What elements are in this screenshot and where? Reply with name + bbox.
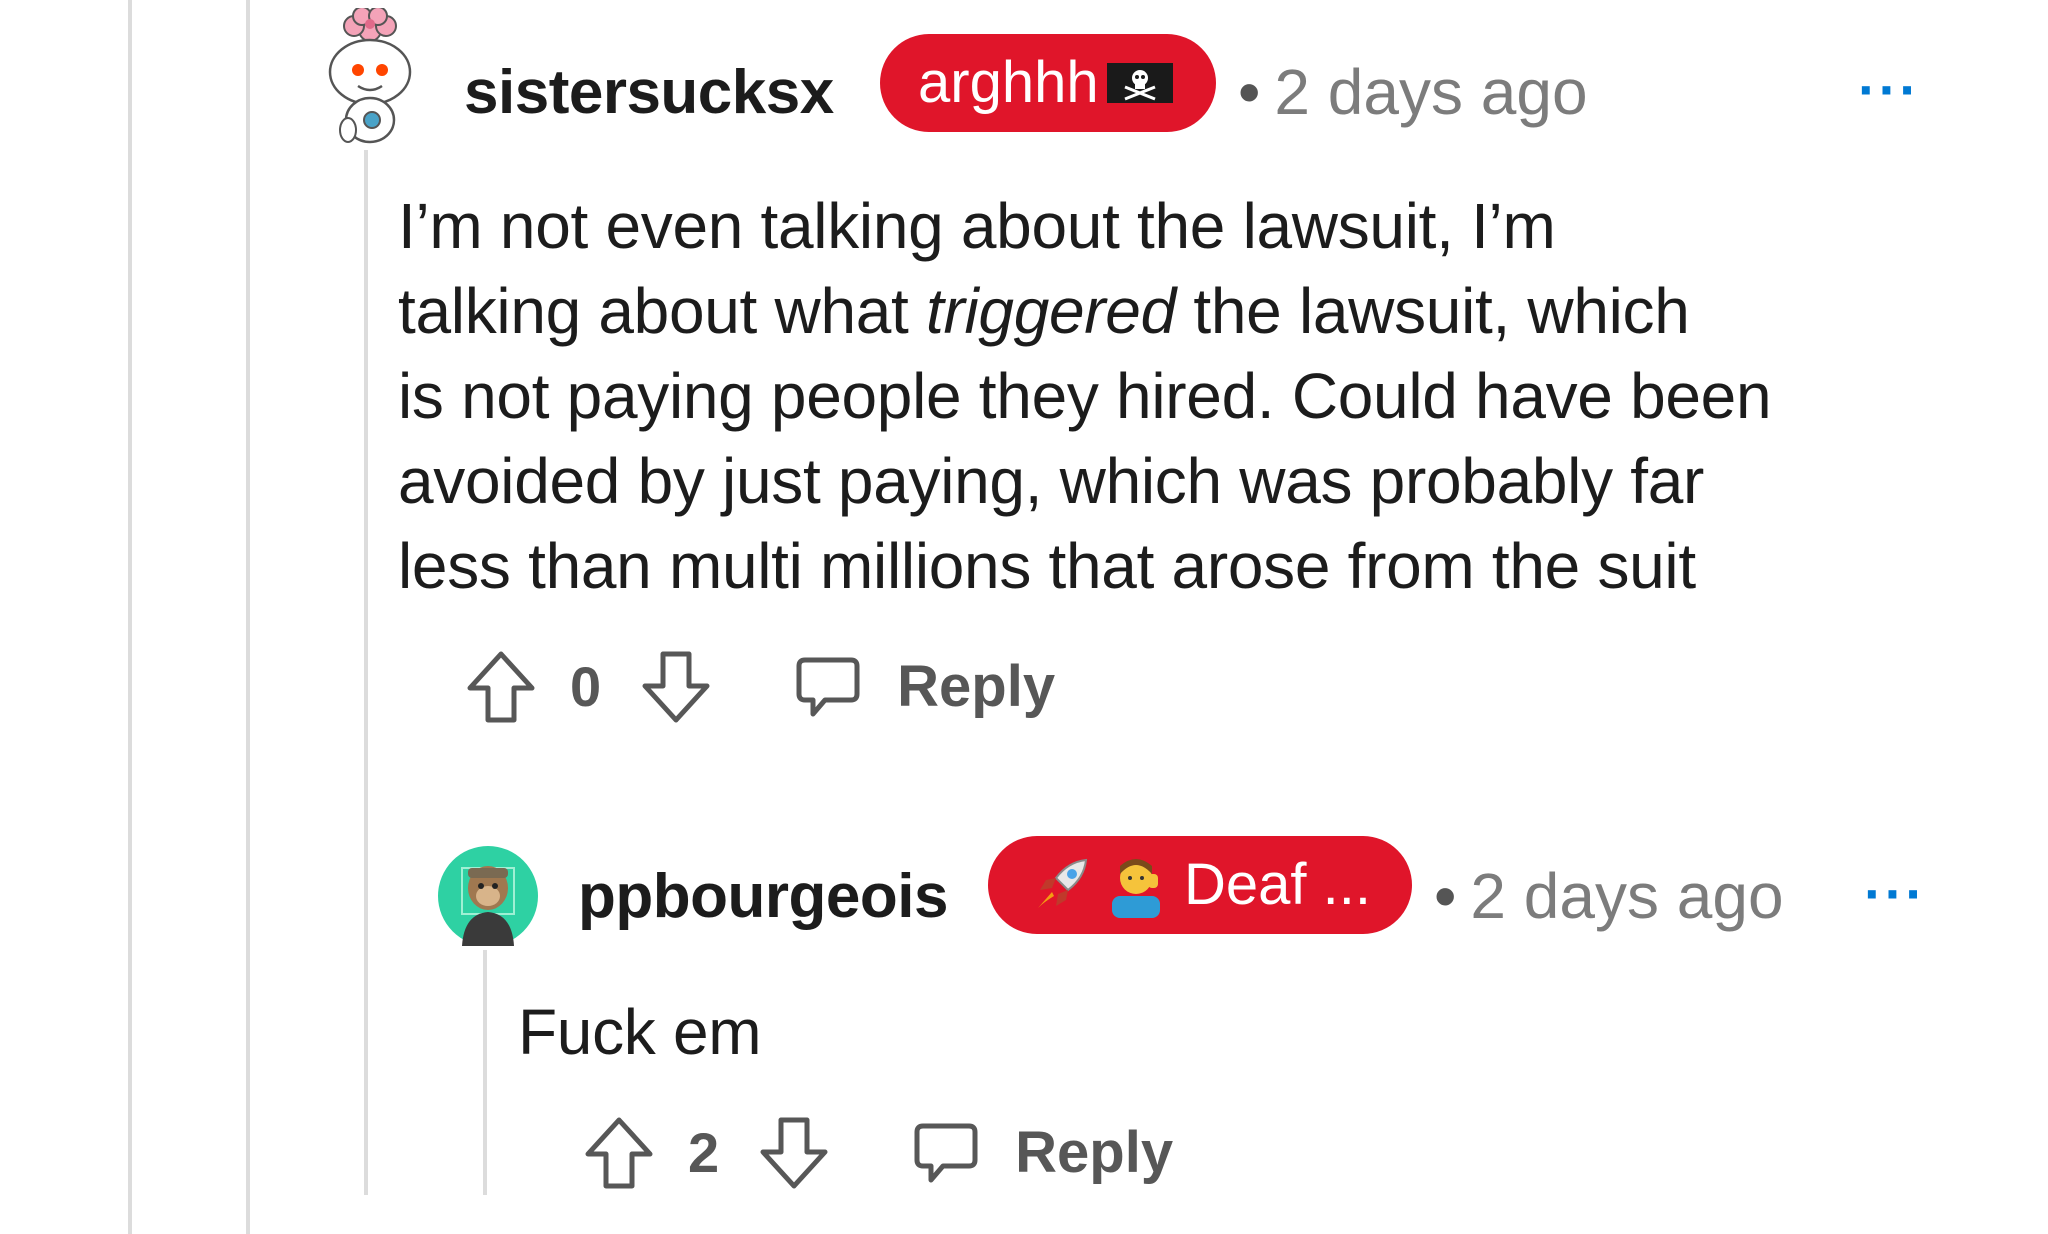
pirate-flag-icon	[1105, 59, 1175, 107]
comment-body: Fuck em	[518, 996, 762, 1068]
comment-actions: 0 Reply	[466, 650, 1055, 724]
comment-line: talking about what triggered the lawsuit…	[398, 275, 1690, 347]
more-options-button[interactable]: ···	[1864, 866, 1926, 922]
deaf-person-icon	[1104, 852, 1168, 918]
flair-text: Deaf ...	[1184, 852, 1371, 917]
timestamp[interactable]: 2 days ago	[1274, 56, 1587, 128]
ape-avatar-icon	[438, 846, 538, 946]
meta-separator: •	[1434, 860, 1457, 932]
flair-text: arghhh	[918, 50, 1099, 115]
avatar[interactable]	[318, 6, 418, 146]
downvote-icon[interactable]	[759, 1116, 829, 1190]
rocket-icon	[1028, 852, 1094, 918]
comment-meta: • 2 days ago	[1238, 60, 1588, 124]
upvote-icon[interactable]	[466, 650, 536, 724]
meta-separator: •	[1238, 56, 1261, 128]
thread-line-outer[interactable]	[128, 0, 132, 1234]
user-flair: Deaf ...	[988, 836, 1412, 934]
upvote-icon[interactable]	[584, 1116, 654, 1190]
thread-line-comment-2[interactable]	[483, 950, 487, 1195]
comment-line: avoided by just paying, which was probab…	[398, 445, 1705, 517]
thread-line-parent[interactable]	[246, 0, 250, 1234]
italic-text: triggered	[926, 275, 1176, 347]
downvote-icon[interactable]	[641, 650, 711, 724]
username[interactable]: sistersucksx	[464, 62, 834, 124]
avatar[interactable]	[438, 846, 538, 946]
reply-icon[interactable]	[795, 654, 861, 720]
more-options-button[interactable]: ···	[1858, 62, 1920, 118]
user-flair: arghhh	[880, 34, 1216, 132]
reply-icon[interactable]	[913, 1120, 979, 1186]
username[interactable]: ppbourgeois	[578, 866, 948, 928]
comment-actions: 2 Reply	[584, 1116, 1173, 1190]
thread-line-comment-1[interactable]	[364, 150, 368, 1195]
comment-body: I’m not even talking about the lawsuit, …	[398, 184, 1998, 609]
comment-line: is not paying people they hired. Could h…	[398, 360, 1772, 432]
reply-button[interactable]: Reply	[897, 658, 1055, 716]
vote-count: 0	[570, 655, 602, 718]
comment-thread: sistersucksx arghhh • 2 days ago ··· I’m …	[0, 0, 2048, 1234]
comment-line: less than multi millions that arose from…	[398, 530, 1696, 602]
vote-count: 2	[688, 1121, 720, 1184]
snoo-avatar-icon	[328, 6, 412, 144]
reply-button[interactable]: Reply	[1015, 1124, 1173, 1182]
timestamp[interactable]: 2 days ago	[1470, 860, 1783, 932]
comment-line: I’m not even talking about the lawsuit, …	[398, 190, 1556, 262]
comment-meta: • 2 days ago	[1434, 864, 1784, 928]
